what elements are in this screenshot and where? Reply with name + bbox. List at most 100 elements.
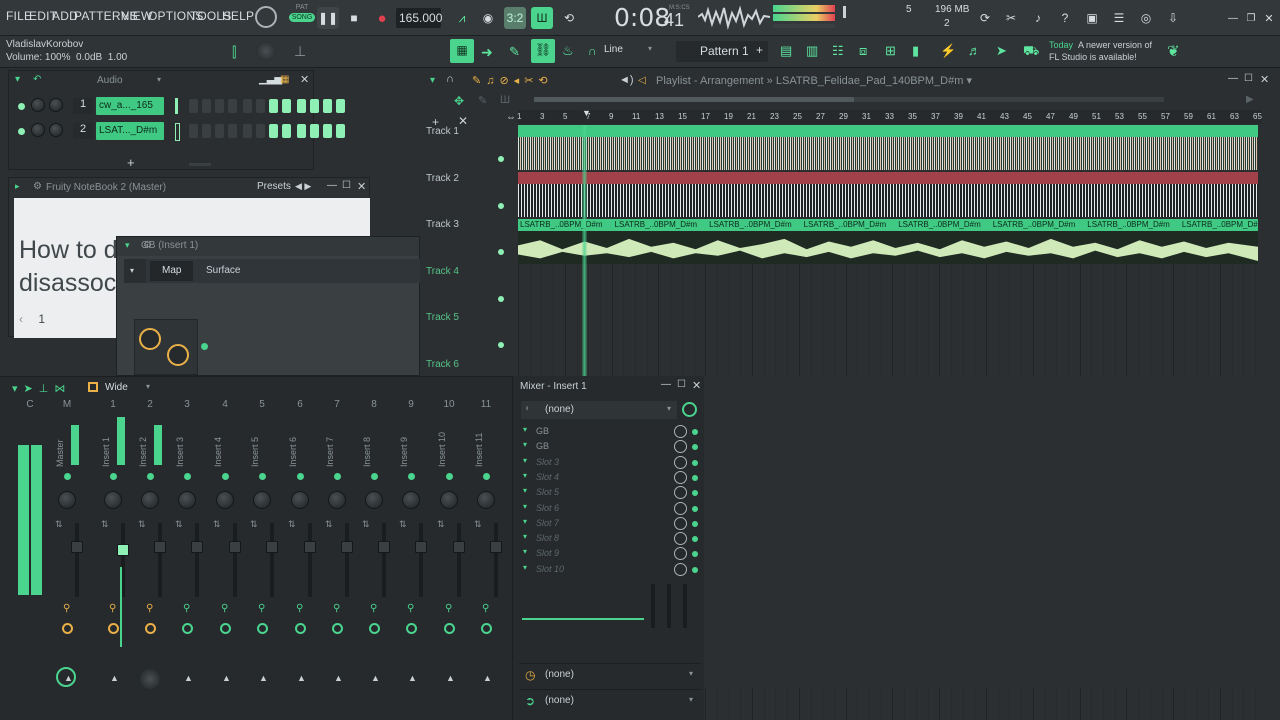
piano-roll-icon[interactable]: ▦ [450, 39, 474, 63]
step-button[interactable] [243, 124, 252, 138]
strip-fader[interactable] [341, 541, 353, 553]
strip-stereo-icon[interactable]: ⇅ [474, 519, 482, 530]
gb-tabs-menu-icon[interactable]: ▾ [124, 259, 146, 283]
timeline-ruler[interactable]: 1 3 5 7 9 11 13 15 17 19 21 23 25 27 29 31 33 35 37 39 41 43 4… [517, 108, 1262, 124]
strip-route-icon[interactable]: ▲ [371, 673, 380, 683]
snap-chevron-down-icon[interactable]: ▾ [648, 44, 652, 53]
mixer-strip-number[interactable]: 4 [215, 399, 235, 410]
slot-mix-knob[interactable] [674, 516, 687, 530]
slot-chevron-down-icon[interactable]: ▾ [523, 486, 527, 495]
close-window-icon[interactable]: ✕ [1258, 7, 1280, 29]
channel-2-select[interactable] [175, 123, 180, 141]
fx-slot[interactable]: ▾ Slot 10 [521, 562, 698, 577]
strip-pan-knob[interactable] [440, 491, 458, 509]
stop-button[interactable]: ■ [343, 7, 365, 29]
track-mute-led[interactable] [498, 156, 504, 162]
gb-menu-icon[interactable]: ▾ [125, 240, 130, 251]
slot-mix-knob[interactable] [674, 470, 687, 484]
playlist-icon[interactable]: ▤ [780, 43, 792, 59]
mixer-tool-icons[interactable]: ▾➤⊥⋈ [12, 382, 71, 395]
grid-icon[interactable]: Ш [500, 94, 510, 106]
snap-select[interactable]: Line [604, 44, 623, 55]
strip-pan-knob[interactable] [253, 491, 271, 509]
steps-icon[interactable]: ▦ [280, 74, 289, 85]
track-mute-led[interactable] [498, 249, 504, 255]
tab-map[interactable]: Map [150, 261, 194, 281]
step-edit-icon[interactable]: Ш [531, 7, 553, 29]
strip-active-led[interactable] [110, 473, 117, 480]
mixer-view-icon[interactable] [88, 382, 98, 392]
slot-mix-knob[interactable] [674, 486, 687, 500]
playlist-close-icon[interactable]: ✕ [1260, 73, 1269, 86]
mixer-strip-number[interactable]: 6 [290, 399, 310, 410]
step-button[interactable] [202, 99, 211, 113]
mixer-strip-number[interactable]: 2 [140, 399, 160, 410]
channel-2-vol-knob[interactable] [49, 123, 63, 137]
strip-swap-icon[interactable] [62, 623, 73, 634]
strip-stereo-icon[interactable]: ⇅ [399, 519, 407, 530]
master-route-knob[interactable] [56, 667, 76, 687]
channel-1-led[interactable] [18, 103, 25, 110]
strip-pan-knob[interactable] [216, 491, 234, 509]
track-label[interactable]: Track 4 [426, 266, 459, 277]
step-button[interactable] [256, 124, 265, 138]
mixer-strip-number[interactable]: 1 [103, 399, 123, 410]
strip-active-led[interactable] [371, 473, 378, 480]
slot-chevron-down-icon[interactable]: ▾ [523, 471, 527, 480]
insert-maximize-icon[interactable]: ☐ [677, 379, 686, 390]
shop-icon[interactable]: ⛟ [1023, 43, 1039, 61]
insert-output-1[interactable]: ◷ (none) ▾ [519, 663, 701, 685]
master-volume-knob[interactable] [255, 6, 277, 28]
slot-enable-led[interactable] [692, 520, 698, 527]
strip-swap-icon[interactable] [332, 623, 343, 634]
strip-stereo-icon[interactable]: ⇅ [288, 519, 296, 530]
strip-fader[interactable] [191, 541, 203, 553]
pause-button[interactable]: ❚❚ [317, 7, 339, 29]
help-icon[interactable]: ? [1054, 7, 1076, 29]
news-line-2[interactable]: FL Studio is available! [1049, 52, 1137, 62]
mixer-mode[interactable]: Wide [105, 382, 128, 393]
strip-route-icon[interactable]: ▲ [483, 673, 492, 683]
notebook-minimize-icon[interactable]: — [327, 180, 337, 191]
fx-slot[interactable]: ▾ Slot 6 [521, 501, 698, 516]
slot-enable-led[interactable] [692, 490, 698, 497]
strip-active-led[interactable] [446, 473, 453, 480]
playlist-horizontal-scroll[interactable] [534, 97, 1164, 102]
step-button[interactable] [228, 124, 237, 138]
chat-icon[interactable]: ◎ [1135, 7, 1157, 29]
gb-gear-icon[interactable]: ⚙ [143, 240, 152, 251]
tempo-display[interactable]: 165.000 [396, 8, 442, 28]
track-label[interactable]: Track 6 [426, 359, 459, 370]
strip-active-led[interactable] [184, 473, 191, 480]
playlist-menu-icon[interactable]: ▾ [430, 75, 435, 86]
slot-enable-led[interactable] [692, 444, 698, 451]
strip-active-led[interactable] [334, 473, 341, 480]
slot-enable-led[interactable] [692, 551, 698, 558]
strip-active-led[interactable] [408, 473, 415, 480]
strip-route-icon[interactable]: ▲ [297, 673, 306, 683]
step-button[interactable] [282, 124, 291, 138]
strip-stereo-icon[interactable]: ⇅ [325, 519, 333, 530]
track-label[interactable]: Track 5 [426, 312, 459, 323]
clip-track-2[interactable] [518, 172, 1258, 217]
strip-route-icon[interactable]: ▲ [259, 673, 268, 683]
mixer-strip-number[interactable]: 5 [252, 399, 272, 410]
slot-enable-led[interactable] [692, 505, 698, 512]
rack-close-icon[interactable]: ✕ [300, 73, 309, 86]
insert-minimize-icon[interactable]: — [661, 379, 671, 390]
pitch-icon[interactable]: ⊥ [294, 43, 306, 60]
insert-output-2[interactable]: ➲ (none) ▾ [519, 689, 701, 711]
notebook-close-icon[interactable]: ✕ [357, 180, 366, 193]
mixer-strip-number[interactable]: 11 [476, 399, 496, 410]
strip-fx-icon[interactable]: ⚲ [407, 603, 414, 614]
slot-enable-led[interactable] [692, 474, 698, 481]
strip-fader[interactable] [378, 541, 390, 553]
strip-fx-icon[interactable]: ⚲ [146, 603, 153, 614]
strip-fx-icon[interactable]: ⚲ [109, 603, 116, 614]
slot-mix-knob[interactable] [674, 547, 687, 561]
insert-fader-1[interactable] [651, 584, 655, 628]
tempo-tap-icon[interactable]: ⫿ [232, 44, 236, 61]
strip-active-led[interactable] [147, 473, 154, 480]
countdown-icon[interactable]: 3:2 [504, 7, 526, 29]
page-prev-icon[interactable]: ‹ [19, 312, 23, 326]
